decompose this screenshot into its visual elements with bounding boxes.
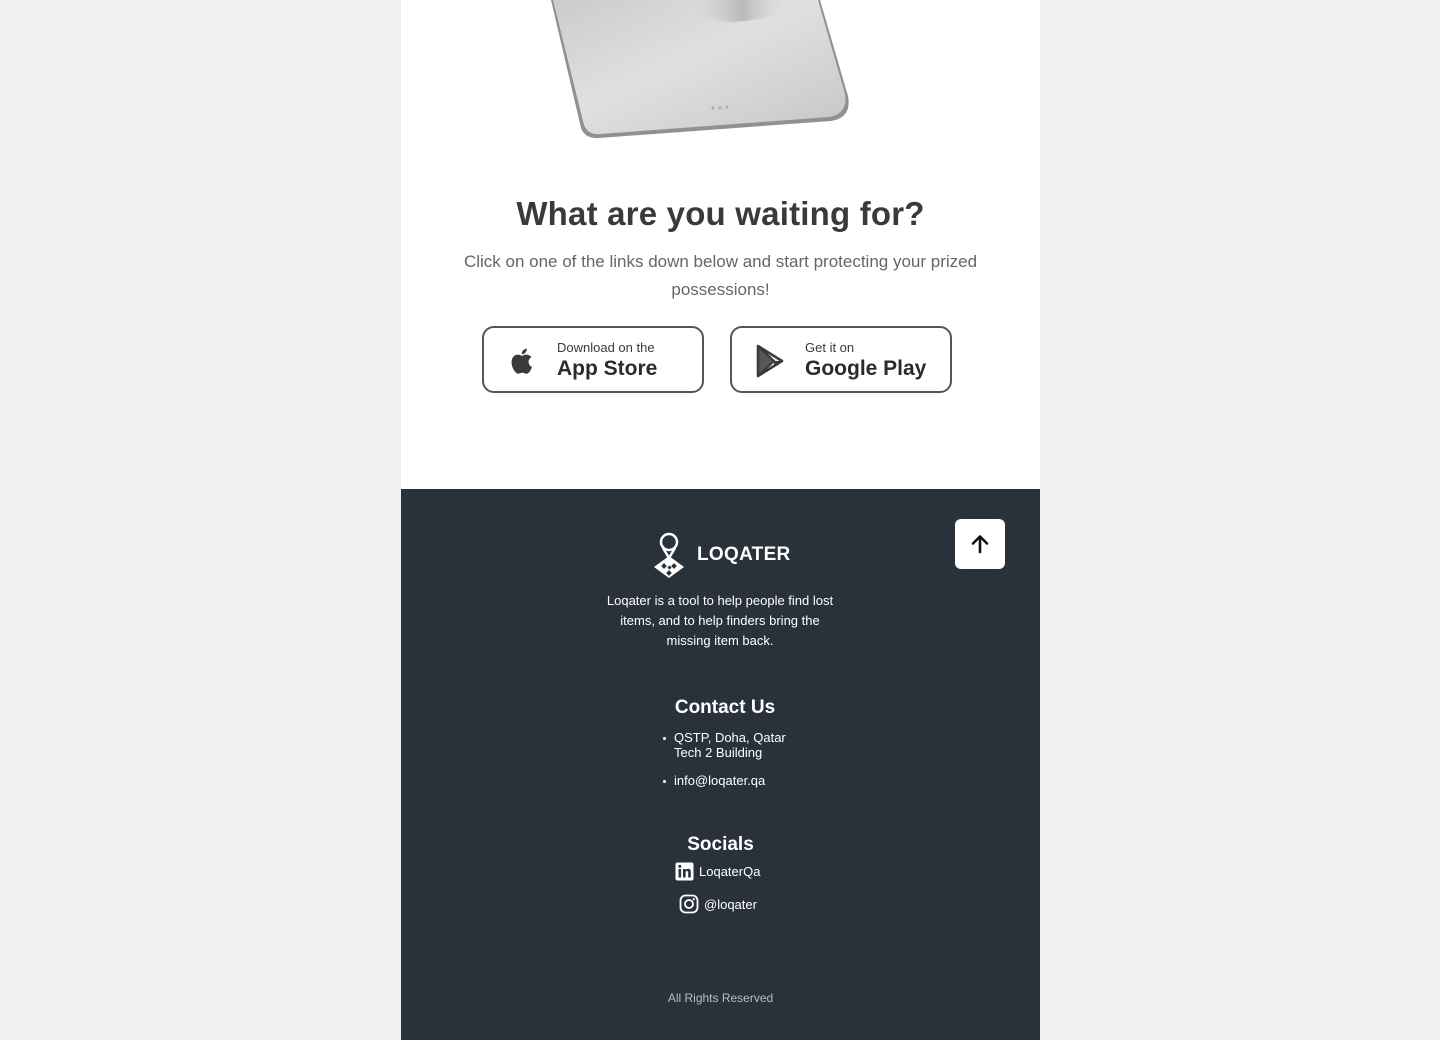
play-store-icon <box>756 344 784 378</box>
instagram-handle: @loqater <box>704 896 757 912</box>
cta-title: What are you waiting for? <box>516 195 925 232</box>
linkedin-handle: LoqaterQa <box>699 864 761 879</box>
linkedin-icon <box>675 862 694 881</box>
footer-brand[interactable]: LOQATER <box>651 532 791 578</box>
google-play-small-label: Get it on <box>805 340 855 355</box>
app-store-small-label: Download on the <box>557 340 655 355</box>
linkedin-link[interactable]: LoqaterQa <box>675 862 760 881</box>
copyright-text: All Rights Reserved <box>667 991 774 1005</box>
socials-title: Socials <box>687 834 754 855</box>
instagram-icon <box>679 894 699 914</box>
address-line-1: QSTP, Doha, Qatar <box>674 730 786 745</box>
google-play-label: Google Play <box>805 357 927 380</box>
tablet-image <box>401 0 1040 160</box>
arrow-up-icon <box>971 535 989 554</box>
page: What are you waiting for? Click on one o… <box>401 0 1040 1040</box>
app-store-button[interactable]: Download on the App Store <box>482 326 704 393</box>
back-to-top-button[interactable] <box>955 519 1005 569</box>
cta-subtitle: Click on one of the links down below and… <box>463 252 978 299</box>
google-play-button[interactable]: Get it on Google Play <box>730 326 952 393</box>
footer-tagline: Loqater is a tool to help people find lo… <box>606 593 834 648</box>
contact-address: QSTP, Doha, Qatar Tech 2 Building <box>663 730 786 760</box>
apple-icon <box>511 348 532 374</box>
address-line-2: Tech 2 Building <box>674 745 763 760</box>
footer: LOQATER Loqater is a tool to help people… <box>401 489 1040 1040</box>
loqater-logo-icon <box>654 532 684 578</box>
brand-name: LOQATER <box>697 544 791 565</box>
contact-email[interactable]: info@loqater.qa <box>663 773 786 788</box>
contact-list: QSTP, Doha, Qatar Tech 2 Building info@l… <box>663 730 786 788</box>
app-store-label: App Store <box>557 357 658 380</box>
instagram-link[interactable]: @loqater <box>679 894 757 914</box>
contact-title: Contact Us <box>674 697 776 718</box>
